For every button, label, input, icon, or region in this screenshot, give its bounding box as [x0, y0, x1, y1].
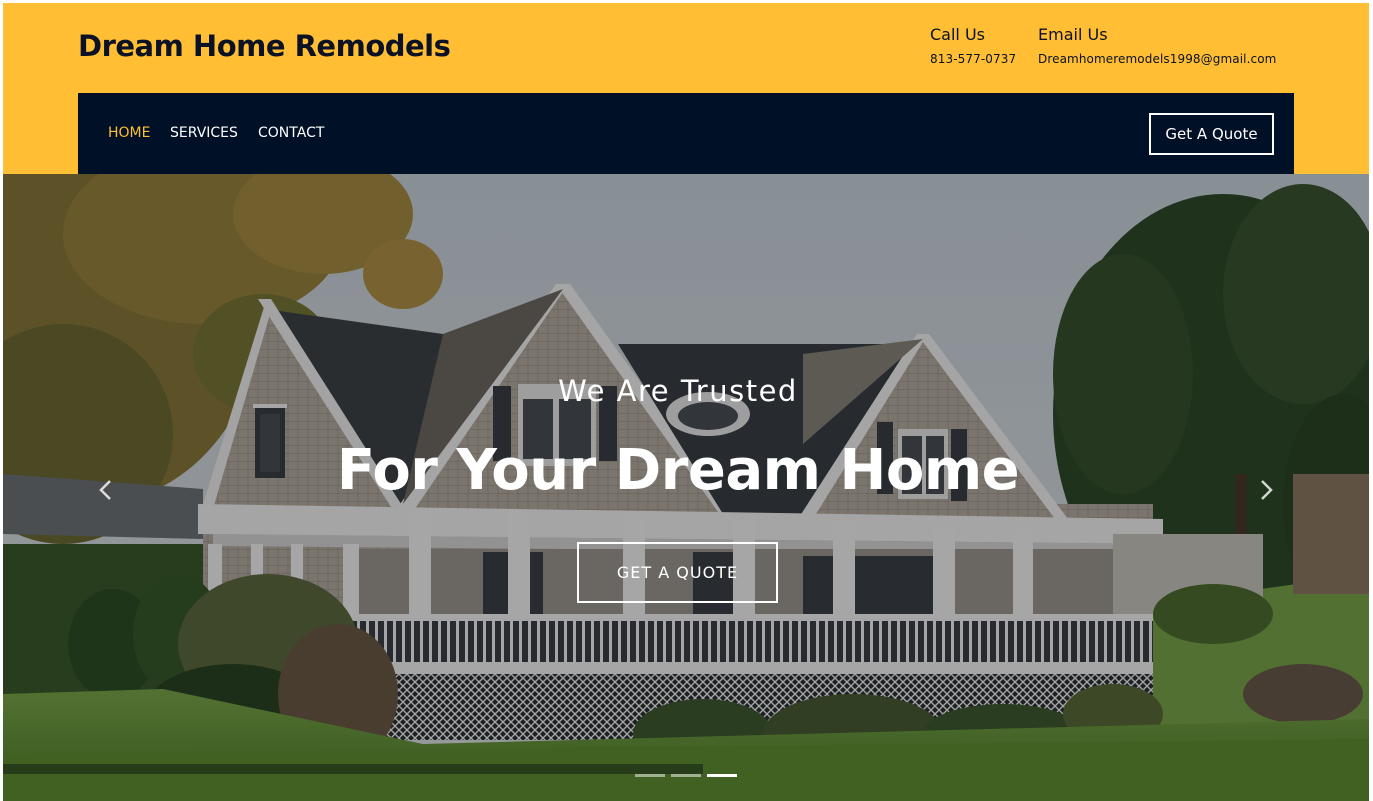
chevron-right-icon	[1261, 480, 1273, 500]
email-us-block: Email Us Dreamhomeremodels1998@gmail.com	[1038, 25, 1276, 68]
chevron-right-icon[interactable]	[1253, 477, 1279, 503]
email-us-address[interactable]: Dreamhomeremodels1998@gmail.com	[1038, 50, 1276, 68]
site-header: Dream Home Remodels Call Us 813-577-0737…	[3, 3, 1369, 174]
get-a-quote-button[interactable]: Get A Quote	[1149, 113, 1274, 155]
main-navbar: HOME SERVICES CONTACT Get A Quote	[78, 93, 1294, 174]
nav-item-home[interactable]: HOME	[108, 124, 150, 142]
call-us-phone[interactable]: 813-577-0737	[930, 50, 1016, 68]
carousel-indicator-1[interactable]	[635, 774, 665, 777]
hero-kicker: We Are Trusted	[558, 374, 798, 408]
hero-carousel: We Are Trusted For Your Dream Home GET A…	[3, 174, 1369, 801]
call-us-title: Call Us	[930, 25, 985, 44]
nav-item-services[interactable]: SERVICES	[170, 124, 238, 142]
carousel-indicator-2[interactable]	[671, 774, 701, 777]
site-brand[interactable]: Dream Home Remodels	[78, 29, 451, 63]
email-us-title: Email Us	[1038, 25, 1108, 44]
call-us-block: Call Us 813-577-0737	[930, 25, 1016, 68]
nav-item-contact[interactable]: CONTACT	[258, 124, 324, 142]
hero-title: For Your Dream Home	[336, 438, 1020, 503]
chevron-left-icon[interactable]	[93, 477, 119, 503]
page-frame: Dream Home Remodels Call Us 813-577-0737…	[3, 3, 1369, 801]
carousel-indicators	[635, 774, 739, 778]
carousel-indicator-3[interactable]	[707, 774, 737, 777]
hero-get-a-quote-button[interactable]: GET A QUOTE	[577, 542, 778, 603]
chevron-left-icon	[99, 480, 111, 500]
